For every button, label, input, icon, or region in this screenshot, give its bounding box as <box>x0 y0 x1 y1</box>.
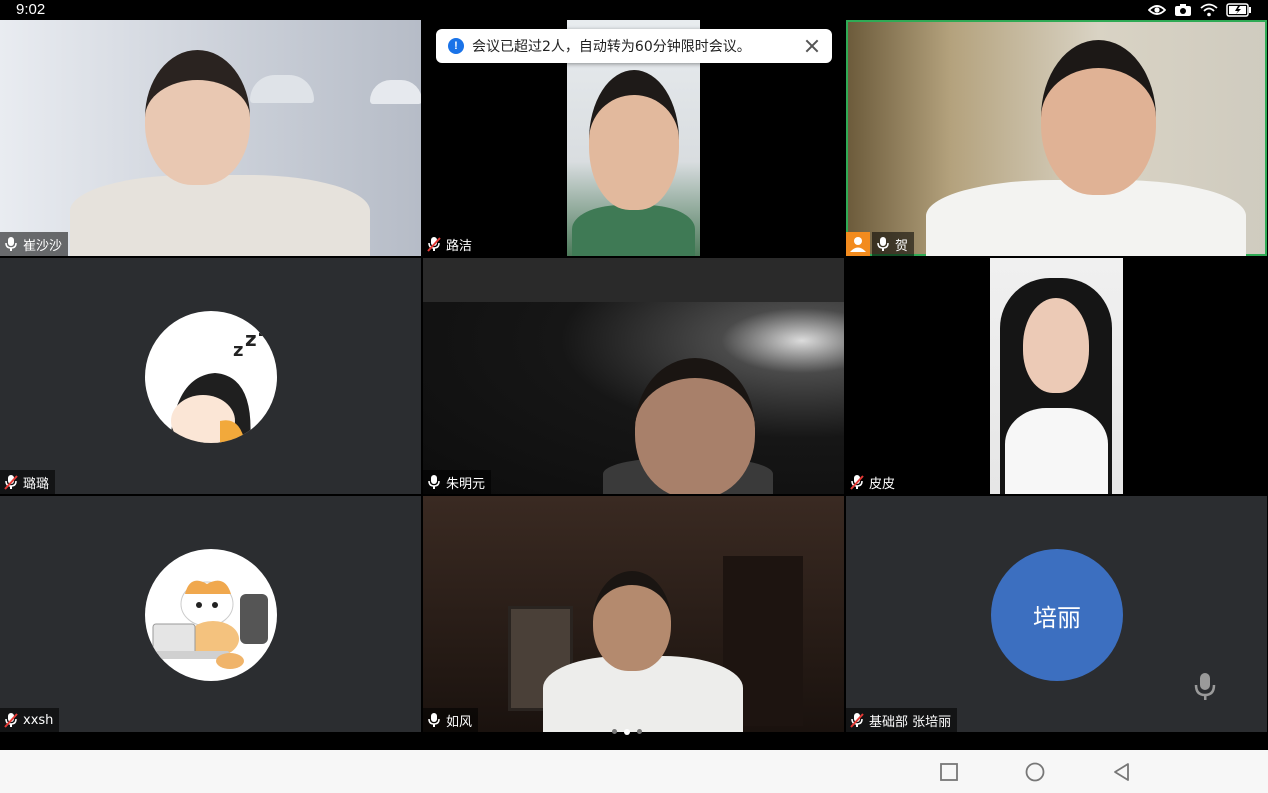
video-feed <box>990 258 1123 494</box>
video-tile[interactable]: 皮皮 <box>846 258 1267 494</box>
page-indicator[interactable] <box>612 728 642 735</box>
video-tile[interactable]: xxsh <box>0 496 421 732</box>
square-icon[interactable] <box>939 762 959 782</box>
participant-name-tag: 皮皮 <box>846 470 902 494</box>
person-head <box>635 358 755 494</box>
participant-name: 朱明元 <box>446 476 486 492</box>
toast-message: 会议已超过2人，自动转为60分钟限时会议。 <box>472 39 751 55</box>
participant-name-tag: 基础部 张培丽 <box>846 708 958 732</box>
page-dot-current[interactable] <box>624 728 630 735</box>
participant-name-tag: 崔沙沙 <box>0 232 69 256</box>
person-head <box>1023 298 1089 393</box>
wifi-icon <box>1200 3 1218 17</box>
status-icons <box>1148 3 1252 17</box>
participant-name-tag: 朱明元 <box>423 470 492 494</box>
person-head <box>145 50 250 185</box>
person-body <box>572 205 695 256</box>
person-icon <box>850 237 866 252</box>
eye-icon <box>1148 5 1166 15</box>
participant-name-tag: 贺 <box>872 232 915 256</box>
participant-name: 皮皮 <box>869 476 896 492</box>
lamp-shape <box>370 80 421 104</box>
mic-off-icon <box>4 713 18 728</box>
back-triangle-icon[interactable] <box>1112 762 1132 782</box>
sleeping-girl-avatar: z z z <box>170 317 271 443</box>
mic-icon <box>428 475 440 489</box>
participant-name: 璐璐 <box>23 476 50 492</box>
avatar-initials: 培丽 <box>991 549 1123 681</box>
video-tile-active[interactable]: 贺 <box>846 20 1267 256</box>
svg-text:z: z <box>233 340 243 361</box>
mic-icon[interactable] <box>1194 672 1216 702</box>
participant-name: 路洁 <box>446 238 473 254</box>
camera-icon <box>1175 4 1191 16</box>
participant-name-tag: 路洁 <box>423 232 479 256</box>
mic-off-icon <box>850 475 864 490</box>
battery-icon <box>1226 3 1251 17</box>
mic-icon <box>5 237 17 251</box>
video-grid: 崔沙沙 路洁 贺 z z z 璐璐 朱明元 皮皮 xxsh 如风 培丽 基础部 … <box>0 20 1268 733</box>
svg-text:z: z <box>245 327 257 351</box>
participant-name: 贺 <box>895 238 909 254</box>
navigation-bar <box>0 750 1268 793</box>
mic-icon <box>428 713 440 727</box>
info-icon: ! <box>448 38 464 54</box>
ceiling-shape <box>423 258 844 302</box>
cat-laptop-avatar <box>149 580 268 669</box>
person-body <box>1005 408 1108 494</box>
participant-name-tag: 璐璐 <box>0 470 56 494</box>
video-tile[interactable]: 朱明元 <box>423 258 844 494</box>
participant-name: 崔沙沙 <box>23 238 63 254</box>
status-time: 9:02 <box>16 1 46 18</box>
svg-text:z: z <box>258 317 271 342</box>
mic-icon <box>877 237 889 251</box>
lamp-shape <box>250 75 314 103</box>
host-badge <box>846 232 870 256</box>
mic-off-icon <box>4 475 18 490</box>
circle-icon[interactable] <box>1025 762 1045 782</box>
participant-name: 基础部 张培丽 <box>869 714 952 730</box>
video-tile[interactable]: 崔沙沙 <box>0 20 421 256</box>
status-bar: 9:02 <box>0 0 1268 20</box>
avatar <box>145 549 277 681</box>
video-tile[interactable]: 培丽 基础部 张培丽 <box>846 496 1267 732</box>
notification-toast: ! 会议已超过2人，自动转为60分钟限时会议。 <box>436 29 832 63</box>
person-body <box>70 175 370 256</box>
video-tile[interactable]: z z z 璐璐 <box>0 258 421 494</box>
page-dot[interactable] <box>637 729 642 734</box>
participant-name-tag: xxsh <box>0 708 60 732</box>
close-icon[interactable] <box>804 38 820 54</box>
mic-off-icon <box>850 713 864 728</box>
video-tile[interactable]: 如风 <box>423 496 844 732</box>
participant-name: 如风 <box>446 714 473 730</box>
mic-off-icon <box>427 237 441 252</box>
person-head <box>593 571 671 671</box>
avatar: z z z <box>145 311 277 443</box>
person-head <box>589 70 679 210</box>
participant-name: xxsh <box>23 712 54 728</box>
person-head <box>1041 40 1156 195</box>
page-dot[interactable] <box>612 729 617 734</box>
participant-name-tag: 如风 <box>423 708 479 732</box>
